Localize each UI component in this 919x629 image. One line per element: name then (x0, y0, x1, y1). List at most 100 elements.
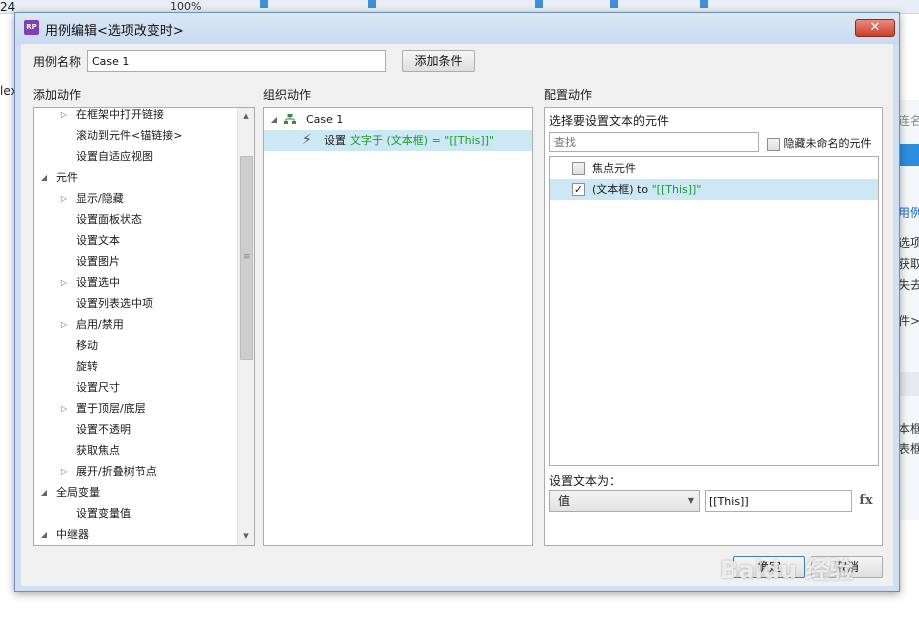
case-label: Case 1 (306, 113, 344, 126)
tree-item[interactable]: ▷ 置于顶层/底层 (34, 398, 238, 419)
background-bar (700, 0, 708, 8)
background-line: 本框 (898, 422, 919, 436)
tree-item[interactable]: 设置文本 (34, 230, 238, 251)
tree-item-label: 移动 (76, 339, 98, 352)
tree-item[interactable]: 设置图片 (34, 251, 238, 272)
text-value-input[interactable] (705, 490, 852, 512)
hide-unnamed-label: 隐藏未命名的元件 (783, 137, 872, 150)
background-line: 失去焦 (898, 278, 919, 292)
background-number: 24 (0, 0, 16, 14)
tree-item-label: 设置文本 (76, 234, 120, 247)
tree-item[interactable]: 移动 (34, 335, 238, 356)
tree-item[interactable]: ▷ 启用/禁用 (34, 314, 238, 335)
background-line: 件>> (898, 314, 919, 328)
action-row[interactable]: ⚡ 设置 文字于 (文本框) = "[[This]]" (264, 130, 532, 151)
tree-item[interactable]: 设置自适应视图 (34, 146, 238, 167)
case-name-input[interactable] (87, 50, 386, 72)
baidu-watermark: Baidu 经验 (720, 556, 854, 584)
collapsed-arrow-icon[interactable]: ▷ (58, 108, 70, 125)
tree-item-label: 启用/禁用 (76, 318, 124, 331)
tree-item-label: 在框架中打开链接 (76, 108, 164, 121)
tree-item[interactable]: 设置尺寸 (34, 377, 238, 398)
expanded-arrow-icon[interactable]: ◢ (38, 524, 50, 545)
title-bar[interactable]: RP 用例编辑<选项改变时> ✕ (15, 13, 899, 45)
tree-item[interactable]: ▷ 在框架中打开链接 (34, 108, 238, 125)
tree-item-label: 设置自适应视图 (76, 150, 153, 163)
collapsed-arrow-icon[interactable]: ▷ (58, 398, 70, 419)
widget-checkbox[interactable] (572, 162, 585, 175)
expanded-arrow-icon[interactable]: ◢ (38, 482, 50, 503)
dialog-title: 用例编辑<选项改变时> (45, 24, 184, 39)
widget-label: 焦点元件 (592, 162, 636, 175)
tree-item[interactable]: ▷ 展开/折叠树节点 (34, 461, 238, 482)
fx-function-button[interactable]: fx (855, 491, 877, 511)
tree-item[interactable]: ◢ 全局变量 (34, 482, 238, 503)
widget-target-value: "[[This]]" (651, 183, 702, 196)
tree-item[interactable]: 滚动到元件<锚链接> (34, 125, 238, 146)
action-tree: ▷ 在框架中打开链接 滚动到元件<锚链接> 设置自适应视图 ◢ 元件 ▷ 显示/隐藏 设置面板状… (33, 107, 255, 546)
hide-unnamed-toggle[interactable]: 隐藏未命名的元件 (767, 135, 872, 151)
background-bar (610, 0, 618, 8)
tree-item-label: 设置列表选中项 (76, 297, 153, 310)
tree-item-label: 展开/折叠树节点 (76, 465, 157, 478)
action-prefix: 设置 (324, 134, 346, 147)
widget-search-input[interactable] (549, 132, 759, 152)
tree-item[interactable]: 设置不透明 (34, 419, 238, 440)
case-editor-dialog: RP 用例编辑<选项改变时> ✕ 用例名称 添加条件 添加动作 组织动作 配置动… (14, 12, 900, 592)
tree-item-label: 设置面板状态 (76, 213, 142, 226)
tree-item-label: 全局变量 (56, 486, 100, 499)
chevron-down-icon: ▼ (687, 496, 694, 505)
tree-item[interactable]: 获取焦点 (34, 440, 238, 461)
background-line: 连名 (898, 114, 919, 128)
set-text-label: 设置文本为： (549, 474, 622, 488)
background-line: 选项改 (898, 236, 919, 250)
scroll-thumb[interactable]: ≡ (240, 156, 253, 360)
scroll-down-arrow-icon[interactable]: ▼ (238, 528, 254, 545)
close-button[interactable]: ✕ (855, 19, 895, 37)
tree-item[interactable]: 旋转 (34, 356, 238, 377)
tree-item-label: 设置图片 (76, 255, 120, 268)
tree-item[interactable]: ◢ 元件 (34, 167, 238, 188)
hide-unnamed-checkbox[interactable] (767, 137, 780, 151)
grip-icon: ≡ (243, 252, 251, 262)
tree-item-label: 滚动到元件<锚链接> (76, 129, 183, 142)
organize-actions-panel: ◢ Case 1 ⚡ 设置 文字于 (文本框) = "[[This]]" (263, 107, 533, 546)
background-link[interactable]: 用例 (898, 204, 919, 221)
background-bar (535, 0, 543, 8)
tree-item[interactable]: ◢ 中继器 (34, 524, 238, 545)
expanded-arrow-icon[interactable]: ◢ (38, 167, 50, 188)
collapsed-arrow-icon[interactable]: ▷ (58, 188, 70, 209)
tree-item-label: 设置变量值 (76, 507, 131, 520)
case-row[interactable]: ◢ Case 1 (264, 109, 532, 130)
tree-item-label: 显示/隐藏 (76, 192, 124, 205)
tree-item-label: 设置不透明 (76, 423, 131, 436)
widget-row-focus[interactable]: 焦点元件 (550, 158, 878, 179)
lightning-icon: ⚡ (302, 132, 312, 148)
widget-list: 焦点元件 ✓ (文本框) to "[[This]]" (549, 156, 879, 466)
tree-item-label: 置于顶层/底层 (76, 402, 146, 415)
expanded-arrow-icon[interactable]: ◢ (268, 109, 280, 130)
collapsed-arrow-icon[interactable]: ▷ (58, 272, 70, 293)
background-bar (368, 0, 376, 8)
tree-item-label: 旋转 (76, 360, 98, 373)
tree-item[interactable]: ▷ 显示/隐藏 (34, 188, 238, 209)
configure-action-heading: 配置动作 (544, 88, 593, 102)
tree-item[interactable]: 设置变量值 (34, 503, 238, 524)
collapsed-arrow-icon[interactable]: ▷ (58, 314, 70, 335)
widget-label: (文本框) to "[[This]]" (592, 179, 701, 200)
tree-item[interactable]: ▷ 设置选中 (34, 272, 238, 293)
scroll-up-arrow-icon[interactable]: ▲ (238, 108, 254, 125)
tree-scrollbar[interactable]: ▲ ≡ ▼ (237, 108, 254, 545)
tree-item[interactable]: 设置面板状态 (34, 209, 238, 230)
value-type-select[interactable]: 值 ▼ (549, 490, 700, 512)
widget-row-textbox[interactable]: ✓ (文本框) to "[[This]]" (550, 179, 878, 200)
tree-item[interactable]: 设置列表选中项 (34, 293, 238, 314)
widget-checkbox-checked[interactable]: ✓ (572, 183, 585, 196)
add-condition-button[interactable]: 添加条件 (402, 50, 475, 72)
tree-item-label: 获取焦点 (76, 444, 120, 457)
background-line: 获取焦 (898, 257, 919, 271)
widget-label-text: (文本框) to (592, 183, 652, 196)
value-type-selected: 值 (558, 494, 571, 508)
collapsed-arrow-icon[interactable]: ▷ (58, 461, 70, 482)
add-action-heading: 添加动作 (33, 88, 82, 102)
